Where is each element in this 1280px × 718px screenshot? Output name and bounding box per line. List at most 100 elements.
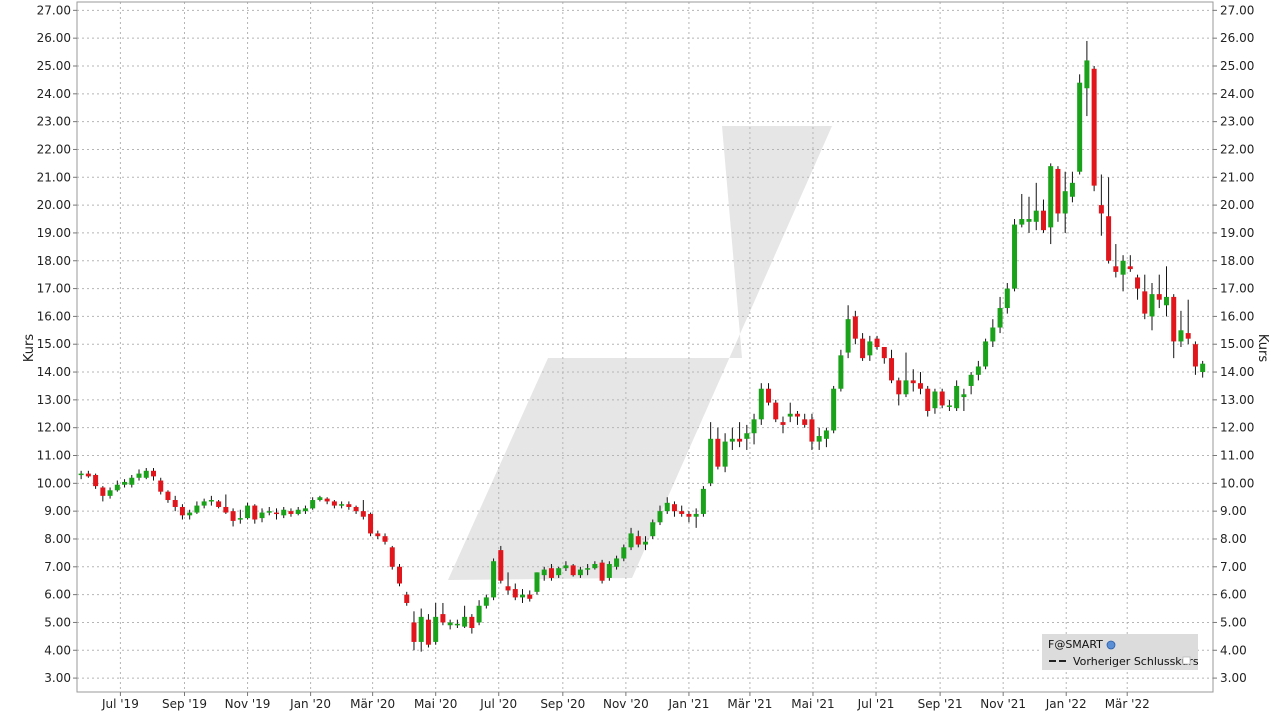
candle bbox=[1055, 166, 1061, 222]
candle-body-up bbox=[433, 616, 439, 642]
candle bbox=[1091, 65, 1097, 192]
y-axis-label-left: Kurs bbox=[22, 334, 37, 362]
candle-body-down bbox=[671, 504, 677, 512]
candle bbox=[939, 388, 945, 409]
y-tick-label-left: 9.00 bbox=[44, 504, 71, 518]
y-tick-label-left: 23.00 bbox=[37, 115, 71, 129]
candle-body-down bbox=[353, 506, 359, 512]
candle bbox=[491, 558, 497, 601]
candle-body-up bbox=[483, 597, 489, 606]
candle-body-up bbox=[1048, 166, 1054, 228]
candle-body-down bbox=[679, 511, 685, 514]
candle-body-up bbox=[78, 473, 84, 476]
candle bbox=[1012, 219, 1018, 292]
y-tick-label-right: 22.00 bbox=[1220, 142, 1254, 156]
candle-body-up bbox=[997, 308, 1003, 328]
candle-body-down bbox=[375, 533, 381, 537]
candle-body-up bbox=[657, 511, 663, 523]
candle-body-up bbox=[816, 436, 822, 442]
candle-body-down bbox=[802, 419, 808, 425]
y-tick-label-left: 12.00 bbox=[37, 421, 71, 435]
y-tick-label-right: 17.00 bbox=[1220, 282, 1254, 296]
candle-body-down bbox=[85, 473, 91, 477]
candle-body-up bbox=[831, 388, 837, 431]
candle-body-up bbox=[614, 558, 620, 567]
candle-body-up bbox=[650, 522, 656, 537]
candle-body-up bbox=[129, 477, 135, 485]
candle-body-up bbox=[107, 490, 113, 496]
candle-body-down bbox=[223, 506, 229, 513]
legend: F@SMART Vorheriger Schlusskurs bbox=[1042, 634, 1199, 670]
candle-body-up bbox=[114, 484, 120, 491]
candle bbox=[1077, 74, 1083, 175]
candle-body-down bbox=[368, 513, 374, 534]
candle-body-up bbox=[317, 497, 323, 501]
candle-body-up bbox=[201, 501, 207, 506]
y-tick-label-left: 7.00 bbox=[44, 560, 71, 574]
candle-body-up bbox=[447, 622, 453, 626]
y-tick-label-right: 14.00 bbox=[1220, 365, 1254, 379]
candle-body-down bbox=[512, 589, 518, 598]
candle-body-down bbox=[773, 402, 779, 420]
candle-body-up bbox=[136, 473, 142, 478]
candle-body-up bbox=[1026, 219, 1032, 222]
candle-body-up bbox=[1004, 288, 1010, 309]
candle-body-up bbox=[606, 564, 612, 578]
candle-body-up bbox=[585, 568, 591, 570]
candle-body-down bbox=[881, 347, 887, 359]
y-tick-label-right: 8.00 bbox=[1220, 532, 1247, 546]
candle-body-up bbox=[592, 564, 598, 569]
candle-body-down bbox=[917, 383, 923, 389]
candle-body-up bbox=[237, 518, 243, 520]
x-tick-label: Nov '20 bbox=[603, 697, 649, 711]
candle bbox=[606, 561, 612, 581]
y-tick-label-right: 27.00 bbox=[1220, 3, 1254, 17]
y-tick-label-left: 13.00 bbox=[37, 393, 71, 407]
candle-body-up bbox=[700, 488, 706, 514]
y-tick-label-right: 10.00 bbox=[1220, 476, 1254, 490]
candle-body-down bbox=[1185, 333, 1191, 339]
y-tick-label-right: 12.00 bbox=[1220, 421, 1254, 435]
x-tick-label: Nov '21 bbox=[980, 697, 1026, 711]
candle-body-down bbox=[874, 338, 880, 347]
y-tick-label-right: 9.00 bbox=[1220, 504, 1247, 518]
y-tick-label-left: 20.00 bbox=[37, 198, 71, 212]
candle-body-down bbox=[715, 438, 721, 467]
candle-body-down bbox=[230, 511, 236, 521]
candle-body-down bbox=[165, 491, 171, 501]
candle-body-up bbox=[1120, 260, 1126, 275]
candle-body-down bbox=[599, 562, 605, 581]
y-tick-label-left: 27.00 bbox=[37, 3, 71, 17]
candle-body-down bbox=[1106, 216, 1112, 261]
candle-body-down bbox=[411, 622, 417, 642]
candle-body-up bbox=[259, 512, 265, 519]
y-tick-label-right: 4.00 bbox=[1220, 643, 1247, 657]
candle-body-up bbox=[462, 616, 468, 627]
candle-body-down bbox=[635, 536, 641, 545]
candle-body-up bbox=[208, 500, 214, 502]
candle-body-up bbox=[1084, 60, 1090, 89]
candle-body-up bbox=[1149, 294, 1155, 317]
candle-body-down bbox=[686, 513, 692, 517]
y-tick-label-left: 16.00 bbox=[37, 309, 71, 323]
candle bbox=[773, 399, 779, 423]
candle-body-down bbox=[910, 380, 916, 384]
y-tick-label-right: 13.00 bbox=[1220, 393, 1254, 407]
candle-body-up bbox=[983, 341, 989, 367]
candle-body-down bbox=[331, 501, 337, 506]
y-tick-label-left: 3.00 bbox=[44, 671, 71, 685]
candle-body-down bbox=[570, 565, 576, 576]
y-tick-label-right: 26.00 bbox=[1220, 31, 1254, 45]
y-tick-label-right: 19.00 bbox=[1220, 226, 1254, 240]
candle-body-down bbox=[780, 422, 786, 425]
x-tick-label: Sep '20 bbox=[540, 697, 585, 711]
candle-body-up bbox=[961, 394, 967, 398]
candle-body-down bbox=[939, 391, 945, 406]
candle-body-down bbox=[766, 388, 772, 403]
candle-body-up bbox=[122, 481, 128, 485]
candle-body-down bbox=[469, 616, 475, 629]
y-tick-label-right: 23.00 bbox=[1220, 115, 1254, 129]
legend-checkbox[interactable] bbox=[1182, 656, 1191, 665]
candle-body-down bbox=[498, 550, 504, 581]
candle-body-up bbox=[454, 623, 460, 626]
